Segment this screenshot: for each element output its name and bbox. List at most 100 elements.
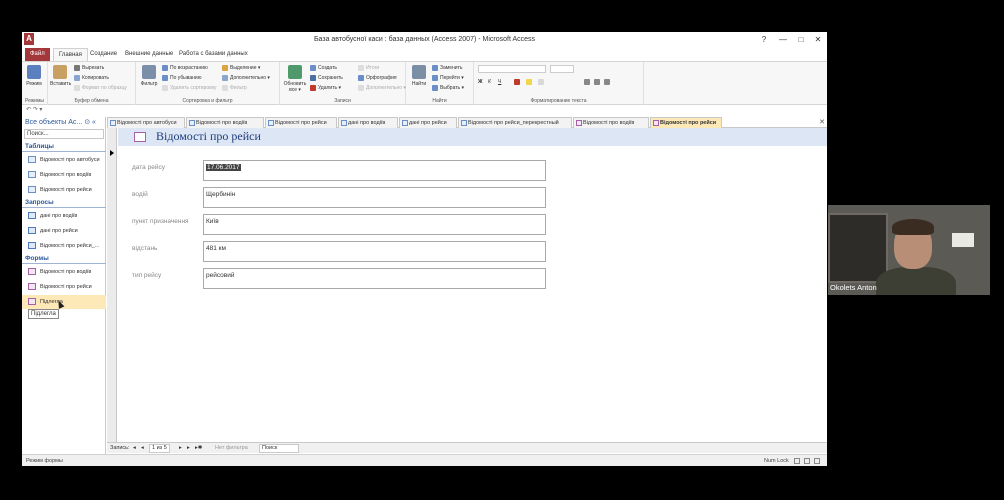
italic-button[interactable]: К [488, 78, 491, 87]
replace-icon [432, 64, 438, 71]
cut-button[interactable]: Вырезать [74, 64, 104, 73]
save-record-button[interactable]: Сохранить [310, 74, 343, 83]
advanced-dropdown[interactable]: Дополнительно ▾ [222, 74, 270, 83]
tab-external-data[interactable]: Внешние данные [120, 48, 178, 61]
doc-tab[interactable]: Відомості про водіїв [573, 117, 649, 128]
nav-query-item[interactable]: дані про рейси [22, 224, 106, 238]
doc-tab[interactable]: Відомості про автобуси [107, 117, 185, 128]
highlight-icon[interactable] [526, 78, 534, 87]
selection-icon [222, 64, 228, 71]
minimize-button[interactable]: — [774, 34, 792, 46]
field-input-distance[interactable]: 481 км [203, 241, 546, 262]
group-views: Режим Режимы [22, 62, 48, 105]
nav-section-forms[interactable]: Формы [22, 254, 106, 264]
toggle-filter-button[interactable]: Фильтр [222, 84, 247, 93]
help-button[interactable]: ? [755, 34, 773, 46]
nav-table-item[interactable]: Відомості про автобуси [22, 153, 106, 167]
field-input-driver[interactable]: Щербинін [203, 187, 546, 208]
maximize-button[interactable]: □ [792, 34, 810, 46]
doc-tab[interactable]: Відомості про водіїв [186, 117, 264, 128]
doc-tab[interactable]: дані про водіїв [338, 117, 398, 128]
tab-file[interactable]: Файл [25, 48, 50, 61]
tab-database-tools[interactable]: Работа с базами данных [174, 48, 253, 61]
nav-pane-header[interactable]: Все объекты Ac... ⊙ « [22, 117, 106, 128]
nav-form-item-selected[interactable]: Підлеглa [22, 295, 106, 309]
last-record-button[interactable]: ▸ [187, 443, 190, 454]
sort-ascending-button[interactable]: По возрастанию [162, 64, 208, 73]
field-label-driver: водій [132, 191, 148, 198]
remove-sort-icon [162, 84, 168, 91]
nav-table-item[interactable]: Відомості про рейси [22, 183, 106, 197]
more-records-button[interactable]: Дополнительно ▾ [358, 84, 406, 93]
paste-button[interactable]: Вставить [50, 65, 71, 87]
close-document-icon[interactable]: ✕ [819, 117, 825, 128]
delete-record-button[interactable]: Удалить ▾ [310, 84, 341, 93]
replace-button[interactable]: Заменить [432, 64, 462, 73]
query-icon [28, 212, 36, 220]
design-view-icon[interactable] [814, 458, 820, 464]
align-right-icon[interactable] [604, 78, 612, 87]
select-dropdown[interactable]: Выбрать ▾ [432, 84, 464, 93]
field-input-trip-type[interactable]: рейсовий [203, 268, 546, 289]
record-position-input[interactable]: 1 из 5 [149, 444, 170, 453]
doc-tab[interactable]: Відомості про рейси [265, 117, 337, 128]
nav-query-item[interactable]: Відомості про рейси_... [22, 239, 106, 253]
fill-color-icon[interactable] [538, 78, 546, 87]
doc-tab-active[interactable]: Відомості про рейси [650, 117, 722, 128]
num-lock-indicator: Num Lock [764, 458, 789, 464]
selection-dropdown[interactable]: Выделение ▾ [222, 64, 260, 73]
find-button[interactable]: Найти [409, 65, 429, 87]
previous-record-button[interactable]: ◂ [141, 443, 144, 454]
nav-table-item[interactable]: Відомості про водіїв [22, 168, 106, 182]
close-button[interactable]: ✕ [809, 34, 827, 46]
filter-button[interactable]: Фильтр [139, 65, 159, 87]
nav-section-queries[interactable]: Запросы [22, 198, 106, 208]
form-view-icon[interactable] [794, 458, 800, 464]
nav-section-tables[interactable]: Таблицы [22, 142, 106, 152]
record-search-input[interactable]: Поиск [259, 444, 299, 453]
field-input-destination[interactable]: Київ [203, 214, 546, 235]
font-color-icon[interactable] [514, 78, 522, 87]
doc-tab[interactable]: Відомості про рейси_перекрестный [458, 117, 572, 128]
align-left-icon[interactable] [584, 78, 592, 87]
tab-create[interactable]: Создание [85, 48, 122, 61]
record-navigation-bar: Запись: ◂ ◂ 1 из 5 ▸ ▸ ▸✱ Нет фильтра По… [107, 442, 827, 453]
sort-descending-button[interactable]: По убыванию [162, 74, 201, 83]
record-selector[interactable] [107, 128, 117, 442]
underline-button[interactable]: Ч [498, 78, 501, 87]
remove-sort-button[interactable]: Удалить сортировку [162, 84, 217, 93]
sigma-icon [358, 64, 364, 71]
goto-icon [432, 74, 438, 81]
nav-search-input[interactable]: Поиск... [24, 129, 104, 139]
field-label-distance: відстань [132, 245, 158, 252]
doc-tab[interactable]: дані про рейси [399, 117, 457, 128]
view-button[interactable]: Режим [24, 65, 44, 87]
totals-button[interactable]: Итоги [358, 64, 379, 73]
toggle-filter-icon [222, 84, 228, 91]
align-center-icon[interactable] [594, 78, 602, 87]
goto-dropdown[interactable]: Перейти ▾ [432, 74, 464, 83]
new-record-button[interactable]: Создать [310, 64, 337, 73]
paste-icon [53, 65, 67, 79]
group-find: Найти Заменить Перейти ▾ Выбрать ▾ Найти [406, 62, 474, 105]
format-painter-button[interactable]: Формат по образцу [74, 84, 127, 93]
refresh-all-button[interactable]: Обновить все ▾ [283, 65, 307, 93]
nav-form-item[interactable]: Відомості про рейси [22, 280, 106, 294]
next-record-button[interactable]: ▸ [179, 443, 182, 454]
first-record-button[interactable]: ◂ [133, 443, 136, 454]
filter-status[interactable]: Нет фильтра [215, 443, 248, 454]
field-input-date[interactable]: 17.06.2017 [203, 160, 546, 181]
quick-access-toolbar[interactable]: ↶ ↷ ▾ [22, 105, 827, 115]
new-record-nav-button[interactable]: ▸✱ [195, 443, 202, 454]
window-title: База автобусної каси : база данных (Acce… [313, 36, 536, 43]
spelling-button[interactable]: Орфография [358, 74, 397, 83]
font-size-select[interactable] [550, 65, 574, 73]
nav-form-item[interactable]: Відомості про водіїв [22, 265, 106, 279]
copy-button[interactable]: Копировать [74, 74, 109, 83]
nav-query-item[interactable]: дані про водіїв [22, 209, 106, 223]
layout-view-icon[interactable] [804, 458, 810, 464]
status-mode: Режим формы [26, 458, 63, 464]
font-name-select[interactable] [478, 65, 546, 73]
bold-button[interactable]: Ж [478, 78, 483, 87]
tab-home[interactable]: Главная [53, 48, 88, 61]
